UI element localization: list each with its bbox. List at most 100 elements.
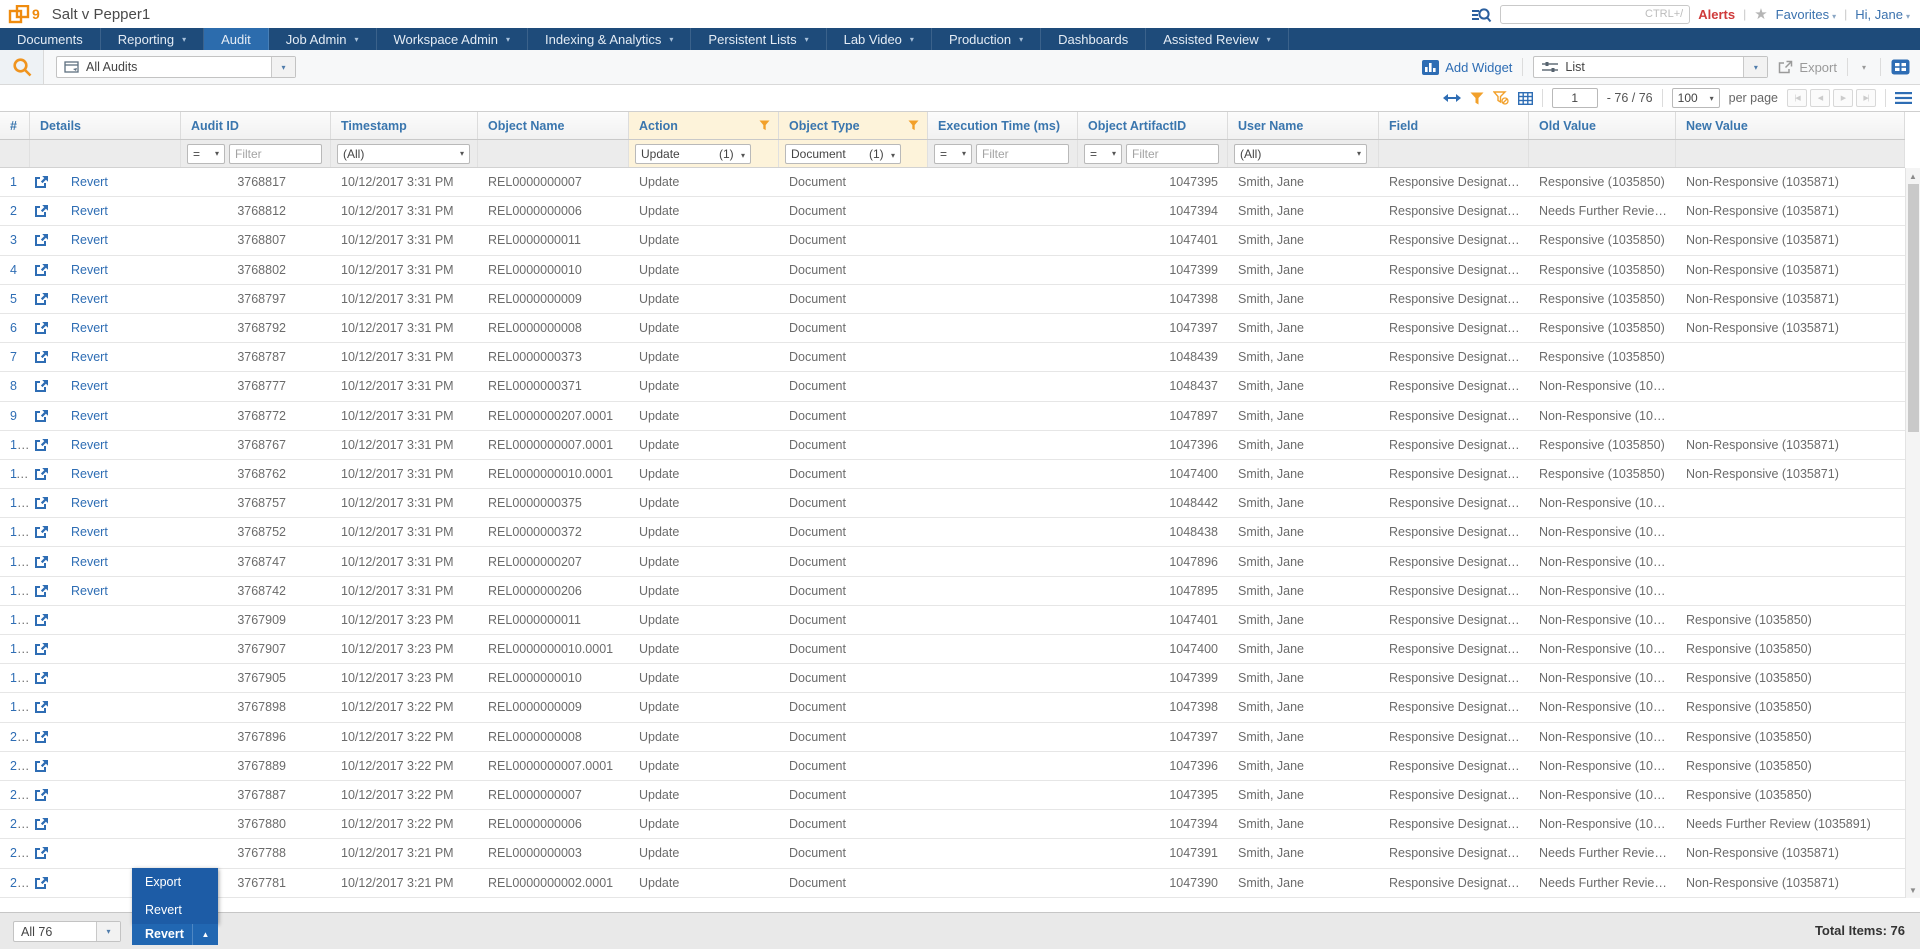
column-header-object_name[interactable]: Object Name [478, 112, 629, 139]
favorites-link[interactable]: Favorites▾ [1776, 7, 1836, 22]
column-header-details[interactable]: Details [30, 112, 181, 139]
mass-op-scope-select[interactable]: All 76 ▾ [13, 921, 121, 942]
row-number-link[interactable]: 22 [10, 788, 29, 802]
row-number-link[interactable]: 11 [10, 467, 29, 481]
external-link-icon[interactable] [34, 233, 49, 247]
search-button[interactable] [0, 50, 44, 84]
external-link-icon[interactable] [34, 700, 49, 714]
view-dropdown-button[interactable]: ▾ [1743, 57, 1767, 77]
nav-tab-persistent-lists[interactable]: Persistent Lists ▾ [691, 28, 826, 50]
row-number-link[interactable]: 3 [10, 233, 17, 247]
filter-input[interactable] [1126, 144, 1219, 164]
column-header-new_value[interactable]: New Value [1676, 112, 1905, 139]
scrollbar-down-button[interactable]: ▼ [1906, 882, 1920, 898]
external-link-icon[interactable] [34, 438, 49, 452]
filter-all-select[interactable]: (All)▾ [337, 144, 470, 164]
row-number-link[interactable]: 25 [10, 876, 29, 890]
external-link-icon[interactable] [34, 555, 49, 569]
revert-link[interactable]: Revert [71, 409, 108, 423]
external-link-icon[interactable] [34, 876, 49, 890]
row-number-link[interactable]: 4 [10, 263, 17, 277]
saved-search-selector[interactable]: All Audits ▾ [56, 56, 296, 78]
revert-link[interactable]: Revert [71, 584, 108, 598]
page-size-select[interactable]: 100▾ [1672, 88, 1720, 108]
menu-item-revert[interactable]: Revert [132, 896, 218, 924]
external-link-icon[interactable] [34, 642, 49, 656]
nav-tab-lab-video[interactable]: Lab Video ▾ [827, 28, 932, 50]
filter-value-select[interactable]: Document(1) ▾ [785, 144, 901, 164]
row-number-link[interactable]: 10 [10, 438, 29, 452]
external-link-icon[interactable] [34, 846, 49, 860]
add-widget-button[interactable]: Add Widget [1422, 60, 1512, 75]
revert-link[interactable]: Revert [71, 292, 108, 306]
last-page-button[interactable]: ▶| [1856, 89, 1876, 107]
filter-operator-select[interactable]: =▾ [187, 144, 225, 164]
column-header-num[interactable]: # [0, 112, 30, 139]
row-number-link[interactable]: 7 [10, 350, 17, 364]
revert-link[interactable]: Revert [71, 555, 108, 569]
external-link-icon[interactable] [34, 350, 49, 364]
next-page-button[interactable]: ▶ [1833, 89, 1853, 107]
row-number-link[interactable]: 14 [10, 555, 29, 569]
revert-link[interactable]: Revert [71, 321, 108, 335]
row-number-link[interactable]: 13 [10, 525, 29, 539]
export-button[interactable]: Export [1778, 60, 1837, 75]
external-link-icon[interactable] [34, 263, 49, 277]
filter-operator-select[interactable]: =▾ [934, 144, 972, 164]
quicknav-input[interactable] [1500, 5, 1690, 24]
nav-tab-job-admin[interactable]: Job Admin ▾ [269, 28, 377, 50]
external-link-icon[interactable] [34, 321, 49, 335]
mass-op-apply-button[interactable]: Revert ▲ [132, 924, 218, 945]
menu-item-export[interactable]: Export [132, 868, 218, 896]
nav-tab-indexing-analytics[interactable]: Indexing & Analytics ▾ [528, 28, 691, 50]
favorites-star-icon[interactable]: ★ [1754, 7, 1767, 22]
clear-filters-button[interactable] [1493, 91, 1509, 105]
prev-page-button[interactable]: ◀ [1810, 89, 1830, 107]
column-header-old_value[interactable]: Old Value [1529, 112, 1676, 139]
external-link-icon[interactable] [34, 409, 49, 423]
revert-link[interactable]: Revert [71, 467, 108, 481]
vertical-scrollbar[interactable]: ▲ ▼ [1905, 168, 1920, 898]
revert-link[interactable]: Revert [71, 350, 108, 364]
external-link-icon[interactable] [34, 175, 49, 189]
revert-link[interactable]: Revert [71, 379, 108, 393]
external-link-icon[interactable] [34, 730, 49, 744]
first-page-button[interactable]: |◀ [1787, 89, 1807, 107]
column-header-object_type[interactable]: Object Type [779, 112, 928, 139]
alerts-link[interactable]: Alerts [1698, 7, 1735, 22]
scope-dropdown-button[interactable]: ▾ [96, 922, 120, 941]
list-menu-button[interactable] [1895, 92, 1912, 104]
scrollbar-up-button[interactable]: ▲ [1906, 168, 1920, 184]
row-number-link[interactable]: 1 [10, 175, 17, 189]
revert-link[interactable]: Revert [71, 438, 108, 452]
filter-all-select[interactable]: (All)▾ [1234, 144, 1367, 164]
nav-tab-dashboards[interactable]: Dashboards [1041, 28, 1146, 50]
row-number-link[interactable]: 8 [10, 379, 17, 393]
column-header-user_name[interactable]: User Name [1228, 112, 1379, 139]
nav-tab-audit[interactable]: Audit [204, 28, 269, 50]
column-header-action[interactable]: Action [629, 112, 779, 139]
revert-link[interactable]: Revert [71, 175, 108, 189]
filter-operator-select[interactable]: =▾ [1084, 144, 1122, 164]
external-link-icon[interactable] [34, 467, 49, 481]
row-number-link[interactable]: 12 [10, 496, 29, 510]
column-header-field[interactable]: Field [1379, 112, 1529, 139]
row-number-link[interactable]: 16 [10, 613, 29, 627]
external-link-icon[interactable] [34, 584, 49, 598]
page-input[interactable] [1552, 88, 1598, 108]
nav-tab-workspace-admin[interactable]: Workspace Admin ▾ [377, 28, 529, 50]
external-link-icon[interactable] [34, 613, 49, 627]
quicknav-search-icon[interactable] [1471, 6, 1492, 23]
nav-tab-documents[interactable]: Documents [0, 28, 101, 50]
revert-link[interactable]: Revert [71, 233, 108, 247]
row-number-link[interactable]: 15 [10, 584, 29, 598]
filter-input[interactable] [976, 144, 1069, 164]
revert-link[interactable]: Revert [71, 496, 108, 510]
column-header-exec_time[interactable]: Execution Time (ms) [928, 112, 1078, 139]
grid-view-button[interactable] [1518, 92, 1533, 105]
nav-tab-production[interactable]: Production ▾ [932, 28, 1041, 50]
column-header-artifact_id[interactable]: Object ArtifactID [1078, 112, 1228, 139]
external-link-icon[interactable] [34, 817, 49, 831]
nav-tab-assisted-review[interactable]: Assisted Review ▾ [1146, 28, 1288, 50]
resize-columns-button[interactable] [1443, 93, 1461, 103]
